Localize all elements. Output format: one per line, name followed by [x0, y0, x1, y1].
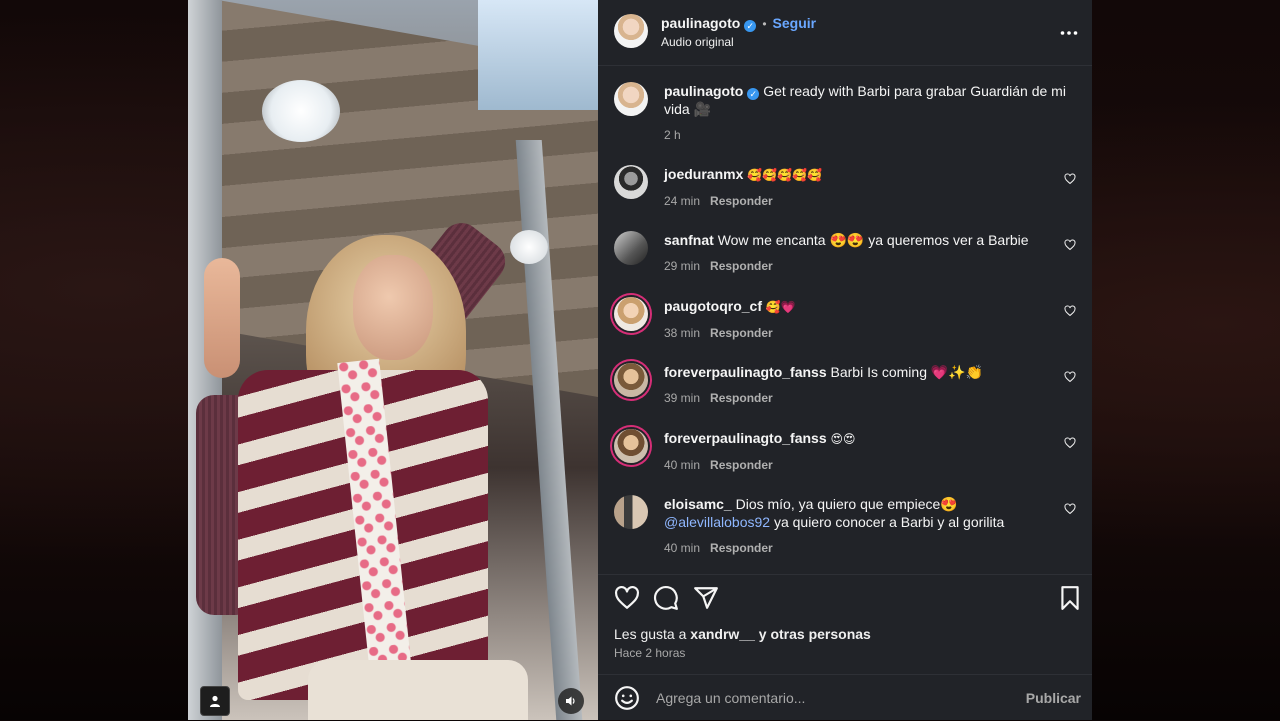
- ceiling-light: [262, 80, 340, 142]
- comment-username[interactable]: sanfnat: [664, 232, 714, 248]
- share-icon[interactable]: [693, 585, 719, 611]
- comment-input[interactable]: [654, 689, 1026, 707]
- post-media[interactable]: [188, 0, 598, 720]
- comment-text: Wow me encanta 😍😍 ya queremos ver a Barb…: [717, 232, 1029, 248]
- comment-time[interactable]: 24 min: [664, 194, 700, 208]
- comment-text: 🥰🥰🥰🥰🥰: [747, 168, 822, 182]
- comment-time[interactable]: 29 min: [664, 259, 700, 273]
- likes-user[interactable]: xandrw__: [690, 626, 755, 642]
- likes-summary[interactable]: Les gusta a xandrw__ y otras personas: [614, 626, 871, 642]
- commenter-avatar[interactable]: [614, 231, 648, 265]
- like-comment-icon[interactable]: [1064, 437, 1076, 449]
- comments-list[interactable]: paulinagoto ✓ Get ready with Barbi para g…: [598, 66, 1092, 574]
- verified-icon: ✓: [744, 20, 757, 32]
- comment-item: sanfnat Wow me encanta 😍😍 ya queremos ve…: [614, 231, 1076, 275]
- caption-time[interactable]: 2 h: [664, 128, 681, 142]
- commenter-avatar[interactable]: [614, 429, 648, 463]
- like-comment-icon[interactable]: [1064, 503, 1076, 515]
- comment-text-continued: ya quiero conocer a Barbi y al gorilita: [773, 514, 1005, 530]
- separator-dot: •: [762, 17, 767, 31]
- reply-button[interactable]: Responder: [710, 391, 773, 405]
- post-caption: paulinagoto ✓ Get ready with Barbi para g…: [614, 82, 1076, 144]
- reply-button[interactable]: Responder: [710, 326, 773, 340]
- user-tag-button[interactable]: [200, 686, 230, 716]
- reply-button[interactable]: Responder: [710, 458, 773, 472]
- comment-time[interactable]: 40 min: [664, 458, 700, 472]
- emoji-icon[interactable]: [614, 685, 640, 711]
- face: [353, 255, 433, 360]
- comment-username[interactable]: joeduranmx: [664, 166, 743, 182]
- comment-text: Barbi Is coming 💗✨👏: [830, 364, 984, 380]
- post-side-panel: paulinagoto ✓ • Seguir Audio original pauli…: [598, 0, 1092, 720]
- commenter-avatar[interactable]: [614, 297, 648, 331]
- comment-time[interactable]: 38 min: [664, 326, 700, 340]
- comment-item: foreverpaulinagto_fanss Barbi Is coming …: [614, 363, 1076, 407]
- like-comment-icon[interactable]: [1064, 173, 1076, 185]
- like-comment-icon[interactable]: [1064, 371, 1076, 383]
- comment-text: 😍😍: [830, 432, 856, 446]
- bookmark-icon[interactable]: [1057, 585, 1083, 611]
- comment-item: paugotoqro_cf 🥰💗 38 min Responder: [614, 297, 1076, 342]
- heart-icon[interactable]: [614, 585, 640, 611]
- like-comment-icon[interactable]: [1064, 239, 1076, 251]
- comment-username[interactable]: foreverpaulinagto_fanss: [664, 430, 827, 446]
- comment-composer: Publicar: [598, 674, 1092, 721]
- left-hand: [204, 258, 240, 378]
- comment-mention-link[interactable]: @alevillalobos92: [664, 514, 770, 530]
- post-header: paulinagoto ✓ • Seguir Audio original: [598, 0, 1092, 66]
- author-avatar[interactable]: [614, 14, 648, 48]
- user-tag-icon: [210, 695, 220, 707]
- comment-item: eloisamc_ Dios mío, ya quiero que empiec…: [614, 495, 1076, 557]
- post-timestamp[interactable]: Hace 2 horas: [614, 646, 685, 660]
- comment-text: 🥰💗: [765, 300, 796, 314]
- reply-button[interactable]: Responder: [710, 541, 773, 555]
- sky: [478, 0, 598, 110]
- comment-item: foreverpaulinagto_fanss 😍😍 40 min Respond…: [614, 429, 1076, 474]
- more-options-icon[interactable]: [1060, 30, 1078, 36]
- speaker-icon: [566, 696, 575, 706]
- author-username[interactable]: paulinagoto: [661, 15, 740, 31]
- reply-button[interactable]: Responder: [710, 259, 773, 273]
- likes-suffix: y otras personas: [758, 626, 871, 642]
- caption-username[interactable]: paulinagoto: [664, 83, 743, 99]
- like-comment-icon[interactable]: [1064, 305, 1076, 317]
- comment-time[interactable]: 39 min: [664, 391, 700, 405]
- comment-username[interactable]: foreverpaulinagto_fanss: [664, 364, 827, 380]
- ceiling-light: [510, 230, 548, 264]
- publish-button[interactable]: Publicar: [1026, 690, 1081, 706]
- comment-time[interactable]: 40 min: [664, 541, 700, 555]
- reply-button[interactable]: Responder: [710, 194, 773, 208]
- commenter-avatar[interactable]: [614, 495, 648, 529]
- commenter-avatar[interactable]: [614, 363, 648, 397]
- audio-label[interactable]: Audio original: [661, 33, 816, 51]
- likes-prefix: Les gusta a: [614, 626, 687, 642]
- comment-username[interactable]: paugotoqro_cf: [664, 298, 762, 314]
- comment-icon[interactable]: [653, 585, 679, 611]
- comment-username[interactable]: eloisamc_: [664, 496, 732, 512]
- skirt: [308, 660, 528, 720]
- commenter-avatar[interactable]: [614, 165, 648, 199]
- follow-button[interactable]: Seguir: [773, 15, 817, 31]
- post-modal: paulinagoto ✓ • Seguir Audio original pauli…: [188, 0, 1092, 720]
- comment-text: Dios mío, ya quiero que empiece😍: [735, 496, 958, 512]
- sound-button[interactable]: [558, 688, 584, 714]
- verified-icon: ✓: [747, 88, 760, 100]
- post-actions: Les gusta a xandrw__ y otras personas Ha…: [598, 574, 1092, 675]
- author-avatar[interactable]: [614, 82, 648, 116]
- comment-item: joeduranmx 🥰🥰🥰🥰🥰 24 min Responder: [614, 165, 1076, 210]
